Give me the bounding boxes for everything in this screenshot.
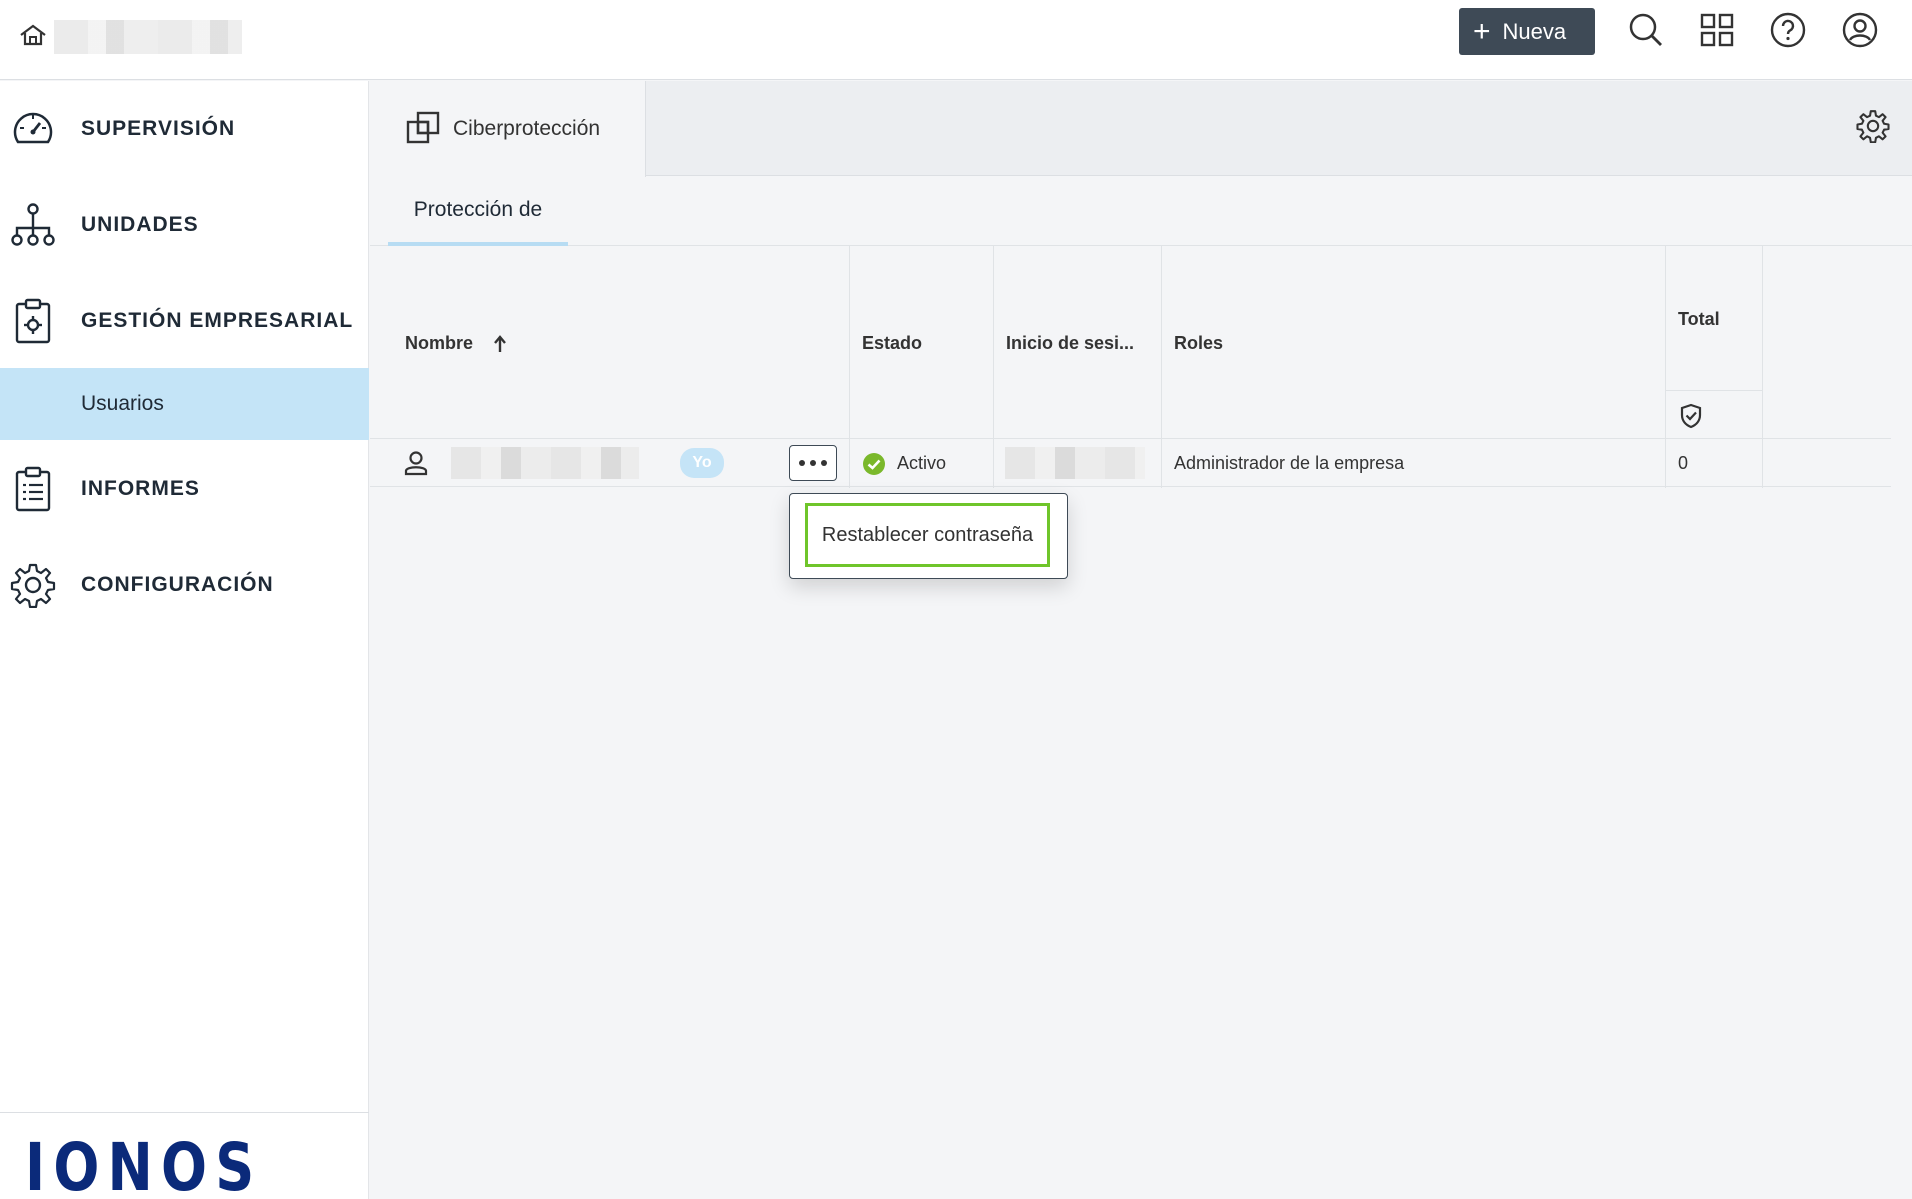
account-icon[interactable] (1840, 10, 1880, 50)
cell-nombre: Yo (370, 439, 850, 488)
status-text: Activo (897, 453, 947, 473)
reset-password-menu-item[interactable]: Restablecer contraseña (805, 503, 1050, 567)
shield-check-icon (1680, 403, 1702, 429)
new-button-label: Nueva (1502, 18, 1567, 44)
user-name-redacted (451, 447, 639, 479)
login-redacted (1005, 447, 1145, 479)
top-bar: + Nueva (0, 0, 1912, 80)
role-text: Administrador de la empresa (1174, 453, 1405, 473)
apps-grid-icon[interactable] (1697, 10, 1737, 50)
sidebar: SUPERVISIÓN UNIDADES GESTIÓN EMPRESARIAL… (0, 81, 369, 1199)
sidebar-item-supervision[interactable]: SUPERVISIÓN (0, 93, 369, 165)
dot (810, 460, 816, 466)
column-header-label: Total (1678, 309, 1720, 329)
column-header-label: Nombre (405, 333, 474, 353)
me-badge: Yo (680, 448, 724, 478)
gear-icon (8, 560, 58, 610)
new-button[interactable]: + Nueva (1459, 8, 1595, 55)
help-icon[interactable] (1768, 10, 1808, 50)
product-tab-bar: Ciberprotección (370, 81, 1912, 177)
sidebar-item-gestion-empresarial[interactable]: GESTIÓN EMPRESARIAL (0, 285, 369, 357)
actions-menu: Restablecer contraseña (789, 493, 1068, 579)
sidebar-item-label: INFORMES (81, 477, 200, 500)
sort-ascending-icon (494, 335, 506, 352)
sub-tab-bar: Protección de (370, 177, 1912, 246)
sidebar-item-unidades[interactable]: UNIDADES (0, 189, 369, 261)
table-row[interactable]: Yo Activo Administrador de la empresa 0 (370, 438, 1891, 488)
tab-label: Ciberprotección (453, 117, 601, 140)
sidebar-subitem-usuarios[interactable]: Usuarios (0, 368, 369, 440)
sidebar-item-label: CONFIGURACIÓN (81, 573, 274, 596)
sidebar-item-label: UNIDADES (81, 213, 199, 236)
sidebar-item-label: SUPERVISIÓN (81, 117, 236, 140)
ionos-logo: IONOS (25, 1129, 263, 1199)
home-icon[interactable] (18, 22, 48, 48)
column-header-roles[interactable]: Roles (1162, 246, 1666, 438)
cell-total: 0 (1666, 439, 1763, 488)
sidebar-subitem-label: Usuarios (81, 392, 164, 415)
cell-estado: Activo (850, 439, 994, 488)
user-icon (404, 451, 428, 476)
cell-inicio-sesion (994, 439, 1162, 488)
hierarchy-icon (8, 200, 58, 250)
column-header-label: Roles (1174, 333, 1224, 353)
dot (821, 460, 827, 466)
search-icon[interactable] (1626, 10, 1666, 50)
dot (799, 460, 805, 466)
speedometer-icon (8, 104, 58, 154)
more-actions-button[interactable] (789, 445, 837, 481)
column-header-inicio-sesion[interactable]: Inicio de sesi... (994, 246, 1162, 438)
column-header-total[interactable]: Total (1666, 246, 1763, 438)
cell-roles: Administrador de la empresa (1162, 439, 1666, 488)
ciberproteccion-icon (406, 111, 440, 144)
tab-ciberproteccion[interactable]: Ciberprotección (370, 81, 646, 177)
column-header-label: Estado (862, 333, 923, 353)
column-header-nombre[interactable]: Nombre (370, 246, 850, 438)
status-ok-icon (863, 453, 885, 475)
column-header-estado[interactable]: Estado (850, 246, 994, 438)
sidebar-item-configuracion[interactable]: CONFIGURACIÓN (0, 549, 369, 621)
subtab-proteccion[interactable]: Protección de (388, 177, 568, 246)
report-icon (8, 464, 58, 514)
sidebar-item-label: GESTIÓN EMPRESARIAL (81, 309, 354, 332)
organization-name-redacted (54, 20, 242, 54)
header-divider (1666, 390, 1762, 391)
sidebar-footer: IONOS (0, 1112, 369, 1199)
sidebar-item-informes[interactable]: INFORMES (0, 453, 369, 525)
plus-icon: + (1473, 14, 1491, 48)
total-value: 0 (1678, 453, 1689, 473)
column-header-label: Inicio de sesi... (1006, 333, 1135, 353)
settings-gear-icon[interactable] (1856, 109, 1896, 149)
clipboard-gear-icon (8, 296, 58, 346)
